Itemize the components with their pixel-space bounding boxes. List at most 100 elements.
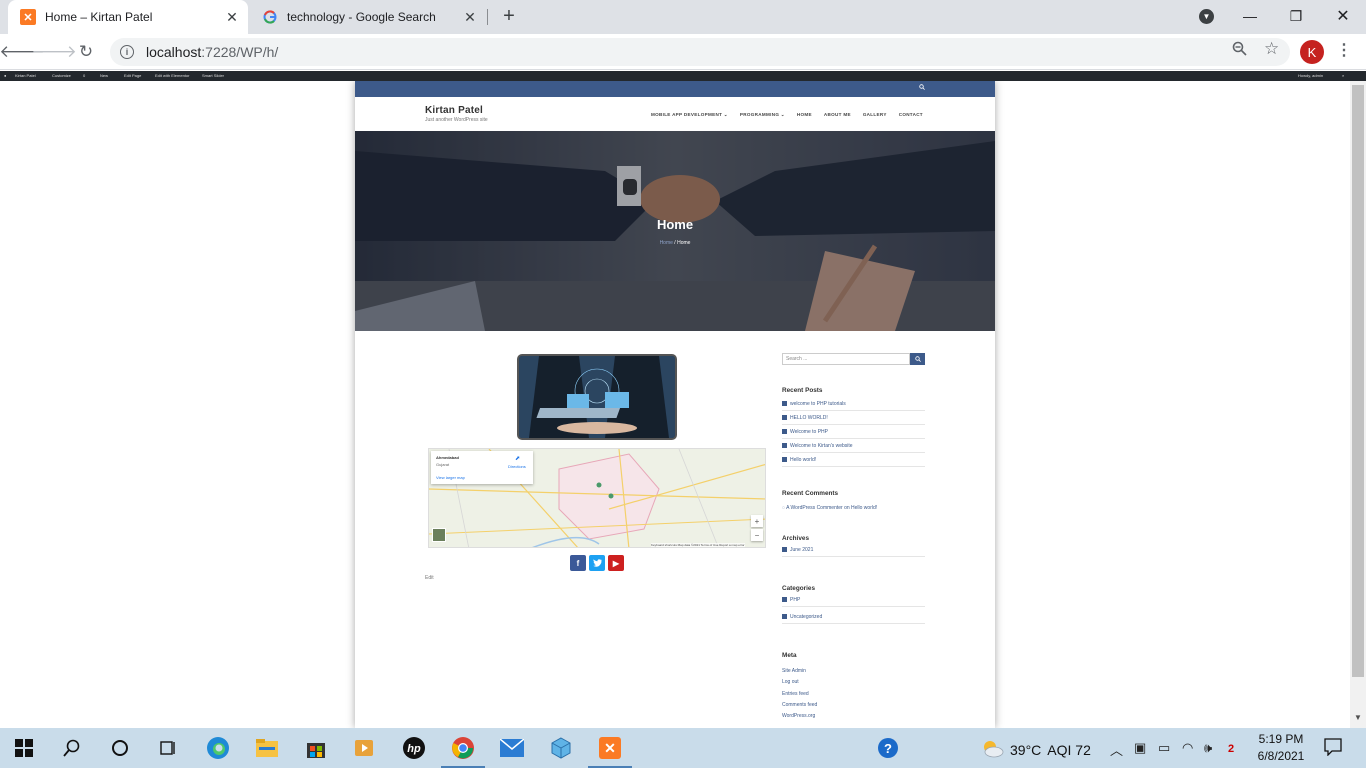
menu-item-programming[interactable]: PROGRAMMING ⌄ — [740, 112, 785, 118]
3d-viewer-icon[interactable] — [549, 736, 573, 760]
action-center-icon[interactable] — [1324, 738, 1342, 759]
recent-post-item[interactable]: Hello world! — [782, 453, 925, 467]
show-hidden-icons[interactable]: ︿ — [1110, 740, 1123, 759]
windows-taskbar: hp ✕ ? 39°C AQI 72 ︿ ▣ ▭ ◠ 🕪 2 5:19 PM 6… — [0, 728, 1366, 768]
adminbar-edit-elementor[interactable]: Edit with Elementor — [155, 73, 189, 78]
hp-icon[interactable]: hp — [402, 736, 426, 760]
youtube-icon[interactable]: ▶ — [608, 555, 624, 571]
breadcrumb-home-link[interactable]: Home — [660, 240, 673, 246]
svg-text:?: ? — [884, 741, 892, 756]
mail-icon[interactable] — [500, 736, 524, 760]
close-window-button[interactable]: ✕ — [1320, 0, 1366, 32]
google-icon — [262, 9, 278, 25]
sidebar-search-input[interactable]: Search ... — [782, 353, 910, 365]
page-scrollbar[interactable]: ▼ — [1350, 81, 1366, 728]
meta-link-entries-feed[interactable]: Entries feed — [782, 691, 809, 697]
menu-item-contact[interactable]: CONTACT — [899, 112, 923, 118]
adminbar-search-icon[interactable]: ⌕ — [1342, 73, 1344, 78]
adminbar-smart-slider[interactable]: Smart Slider — [202, 73, 224, 78]
sidebar-search-button[interactable] — [910, 353, 925, 365]
adminbar-edit-page[interactable]: Edit Page — [124, 73, 141, 78]
directions-icon[interactable]: ⬈ — [515, 455, 520, 462]
svg-text:hp: hp — [407, 743, 421, 755]
meet-now-icon[interactable]: ▣ — [1134, 740, 1146, 756]
zoom-out-button[interactable]: − — [751, 529, 763, 541]
zoom-icon[interactable] — [1232, 41, 1247, 59]
profile-avatar[interactable]: K — [1300, 40, 1324, 64]
zoom-in-button[interactable]: + — [751, 515, 763, 527]
archive-item[interactable]: June 2021 — [782, 543, 925, 557]
cortana-icon[interactable] — [108, 736, 132, 760]
recent-post-item[interactable]: Welcome to Kirtan's website — [782, 439, 925, 453]
recent-comments-title: Recent Comments — [782, 490, 839, 497]
new-tab-button[interactable]: + — [498, 6, 520, 28]
category-item[interactable]: PHP — [782, 593, 925, 607]
site-info-icon[interactable]: i — [120, 45, 134, 59]
header-search-icon[interactable] — [919, 84, 925, 92]
close-tab-icon[interactable]: ✕ — [224, 9, 240, 25]
view-larger-map-link[interactable]: View larger map — [436, 475, 465, 480]
adminbar-comments[interactable]: 0 — [83, 73, 85, 78]
site-title[interactable]: Kirtan Patel — [425, 105, 483, 116]
task-view-icon[interactable] — [156, 736, 180, 760]
tab-search-icon[interactable]: ▼ — [1199, 9, 1214, 24]
weather-widget[interactable]: 39°C AQI 72 — [980, 738, 1091, 761]
volume-icon[interactable]: 🕪 — [1204, 740, 1212, 756]
search-icon[interactable] — [60, 736, 84, 760]
tab-home-kirtan-patel[interactable]: ✕ Home – Kirtan Patel ✕ — [8, 0, 248, 34]
wifi-icon[interactable]: ◠ — [1182, 740, 1193, 756]
recent-post-item[interactable]: Welcome to PHP — [782, 425, 925, 439]
recent-posts-title: Recent Posts — [782, 387, 823, 394]
site-top-bar — [355, 81, 995, 97]
map-footer-links[interactable]: Keyboard shortcuts Map data ©2021 Terms … — [651, 543, 745, 547]
adminbar-greeting[interactable]: Howdy, admin — [1298, 73, 1323, 78]
directions-link[interactable]: Directions — [508, 464, 526, 469]
chrome-icon[interactable] — [441, 736, 485, 768]
adminbar-new[interactable]: New — [100, 73, 108, 78]
battery-icon[interactable]: ▭ — [1158, 740, 1170, 756]
reload-button[interactable]: ↻ — [72, 38, 100, 66]
adminbar-customize[interactable]: Customize — [52, 73, 71, 78]
google-map[interactable]: Ahmedabad Gujarat View larger map ⬈ Dire… — [428, 448, 766, 548]
media-player-icon[interactable] — [352, 736, 376, 760]
menu-item-gallery[interactable]: GALLERY — [863, 112, 887, 118]
address-bar[interactable]: i localhost:7228/WP/h/ — [110, 38, 1290, 66]
chrome-menu-icon[interactable]: ⋮ — [1336, 40, 1352, 64]
menu-item-home[interactable]: HOME — [797, 112, 812, 118]
file-explorer-icon[interactable] — [255, 736, 279, 760]
help-icon[interactable]: ? — [876, 736, 900, 760]
meta-link-comments-feed[interactable]: Comments feed — [782, 702, 817, 708]
twitter-icon[interactable] — [589, 555, 605, 571]
adminbar-site-name[interactable]: Kirtan Patel — [15, 73, 36, 78]
restore-button[interactable]: ❐ — [1273, 0, 1319, 32]
tab-google-search[interactable]: technology - Google Search ✕ — [250, 0, 486, 34]
recent-post-item[interactable]: welcome to PHP tutorials — [782, 397, 925, 411]
menu-item-about[interactable]: ABOUT ME — [824, 112, 851, 118]
facebook-icon[interactable]: f — [570, 555, 586, 571]
meta-link-log-out[interactable]: Log out — [782, 679, 799, 685]
clock-time: 5:19 PM — [1258, 732, 1304, 746]
meta-link-site-admin[interactable]: Site Admin — [782, 668, 806, 674]
minimize-button[interactable]: — — [1227, 0, 1273, 32]
category-item[interactable]: Uncategorized — [782, 610, 925, 624]
windows-start-icon[interactable] — [12, 736, 36, 760]
edit-link[interactable]: Edit — [425, 575, 434, 581]
xampp-taskbar-icon[interactable]: ✕ — [588, 736, 632, 768]
post-icon — [782, 401, 787, 406]
edge-icon[interactable] — [206, 736, 230, 760]
wordpress-icon[interactable]: ● — [4, 73, 6, 78]
scroll-down-arrow[interactable]: ▼ — [1354, 713, 1362, 722]
close-tab-icon[interactable]: ✕ — [462, 9, 478, 25]
recent-comment-item[interactable]: ◌ A WordPress Commenter on Hello world! — [782, 505, 877, 511]
notification-app-icon[interactable]: 2 — [1228, 740, 1234, 755]
satellite-toggle[interactable] — [432, 528, 446, 542]
forward-button[interactable]: 🡒 — [31, 38, 77, 66]
scrollbar-thumb[interactable] — [1352, 85, 1364, 677]
recent-post-item[interactable]: HELLO WORLD! — [782, 411, 925, 425]
meta-link-wordpress-org[interactable]: WordPress.org — [782, 713, 815, 719]
menu-item-mobile-app[interactable]: MOBILE APP DEVELOPMENT ⌄ — [651, 112, 728, 118]
site-header: Kirtan Patel Just another WordPress site… — [355, 97, 995, 131]
bookmark-star-icon[interactable]: ☆ — [1264, 39, 1279, 59]
store-icon[interactable] — [304, 736, 328, 760]
system-clock[interactable]: 5:19 PM 6/8/2021 — [1252, 731, 1310, 765]
